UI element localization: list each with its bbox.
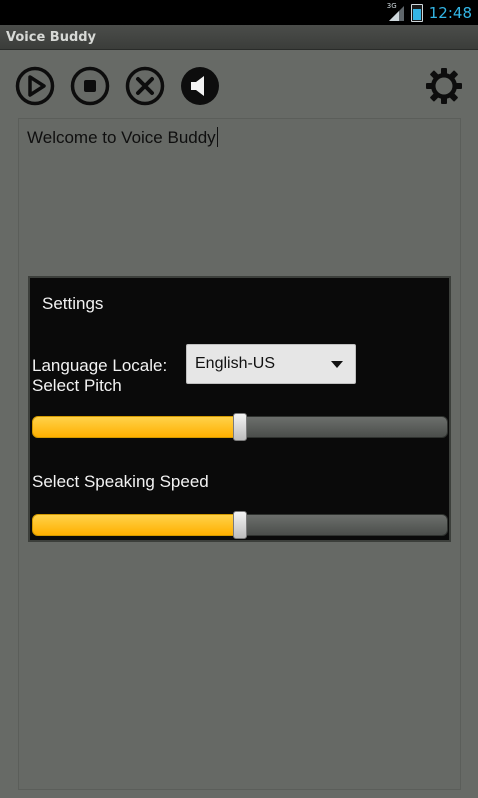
- cancel-icon: [125, 66, 165, 106]
- speed-slider[interactable]: [32, 511, 448, 539]
- toolbar: [0, 60, 478, 112]
- settings-gear-icon: [426, 68, 462, 104]
- signal-icon: 3G: [386, 1, 405, 22]
- settings-dialog-title: Settings: [42, 294, 104, 313]
- dropdown-arrow-icon: [331, 361, 343, 368]
- pitch-slider-thumb[interactable]: [233, 413, 247, 441]
- language-locale-value: English-US: [195, 355, 276, 372]
- language-locale-label: Language Locale:: [32, 356, 168, 375]
- speed-slider-fill: [32, 514, 240, 536]
- settings-button[interactable]: [424, 66, 464, 106]
- status-indicators: 3G 12:48: [387, 0, 472, 25]
- app-title-bar: Voice Buddy: [0, 25, 478, 50]
- cancel-button[interactable]: [125, 66, 165, 106]
- pitch-slider[interactable]: [32, 413, 448, 441]
- clock: 12:48: [428, 3, 472, 22]
- speaker-icon: [181, 67, 219, 105]
- play-icon: [15, 66, 55, 106]
- speed-slider-thumb[interactable]: [233, 511, 247, 539]
- network-type: 3G: [386, 1, 397, 10]
- settings-dialog: Settings Language Locale: English-US Sel…: [28, 276, 451, 542]
- app-title: Voice Buddy: [6, 30, 97, 45]
- stop-button[interactable]: [70, 66, 110, 106]
- language-locale-select[interactable]: English-US: [186, 344, 356, 384]
- text-cursor: [216, 127, 218, 147]
- battery-icon: [410, 3, 423, 22]
- battery-level: [412, 8, 421, 20]
- select-pitch-label: Select Pitch: [32, 376, 122, 395]
- pitch-slider-fill: [32, 416, 240, 438]
- play-button[interactable]: [15, 66, 55, 106]
- status-bar: 3G 12:48: [0, 0, 478, 25]
- editor-text-content: Welcome to Voice Buddy: [27, 128, 216, 147]
- speaker-button[interactable]: [180, 66, 220, 106]
- stop-icon: [70, 66, 110, 106]
- select-speaking-speed-label: Select Speaking Speed: [32, 472, 209, 491]
- editor-text: Welcome to Voice Buddy: [27, 127, 218, 148]
